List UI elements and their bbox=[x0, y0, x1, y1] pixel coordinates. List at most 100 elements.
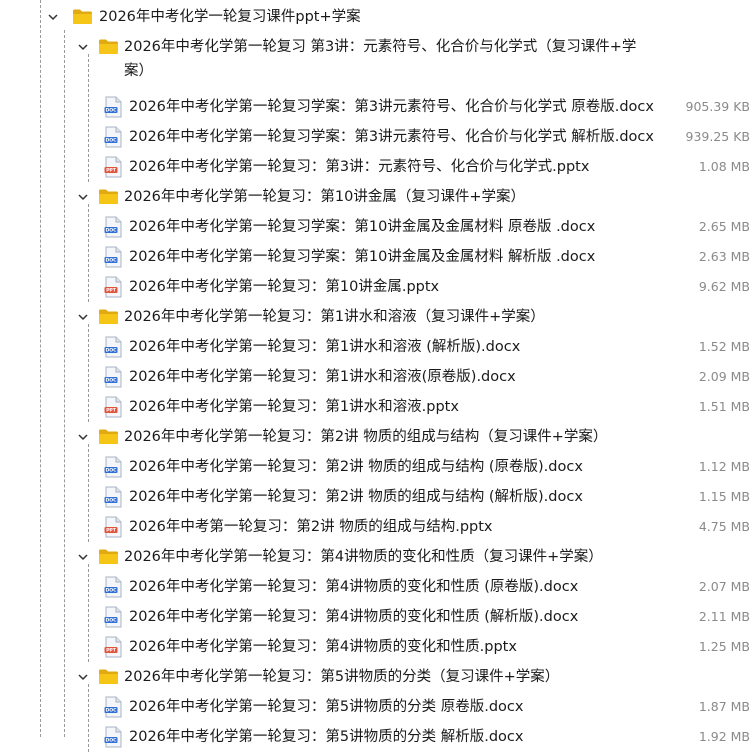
svg-text:PPT: PPT bbox=[106, 288, 117, 294]
svg-text:DOC: DOC bbox=[105, 588, 117, 594]
chevron-down-icon[interactable] bbox=[76, 310, 90, 324]
folder-name-line1: 2026年中考化学第一轮复习 第3讲：元素符号、化合价与化学式（复习课件+学 bbox=[124, 39, 637, 55]
file-name: 2026年中考化学第一轮复习：第3讲：元素符号、化合价与化学式.pptx bbox=[129, 159, 590, 175]
folder-row-root[interactable]: 2026年中考化学一轮复习课件ppt+学案 bbox=[0, 2, 754, 32]
file-name: 2026年中考第一轮复习：第2讲 物质的组成与结构.pptx bbox=[129, 519, 493, 535]
docx-file-icon: DOC bbox=[104, 246, 122, 268]
file-row[interactable]: DOC 2026年中考化学第一轮复习：第4讲物质的变化和性质 (原卷版).docx… bbox=[0, 572, 754, 602]
chevron-down-icon[interactable] bbox=[76, 670, 90, 684]
file-row[interactable]: DOC 2026年中考化学第一轮复习学案：第3讲元素符号、化合价与化学式 原卷版.… bbox=[0, 92, 754, 122]
file-name: 2026年中考化学第一轮复习学案：第3讲元素符号、化合价与化学式 原卷版.doc… bbox=[129, 99, 654, 115]
folder-row[interactable]: 2026年中考化学第一轮复习：第4讲物质的变化和性质（复习课件+学案） bbox=[0, 542, 754, 572]
file-size: 1.08 MB bbox=[698, 159, 750, 174]
file-row[interactable]: PPT 2026年中考第一轮复习：第2讲 物质的组成与结构.pptx 4.75 MB bbox=[0, 512, 754, 542]
docx-file-icon: DOC bbox=[104, 366, 122, 388]
file-row[interactable]: PPT 2026年中考化学第一轮复习：第4讲物质的变化和性质.pptx 1.25 M… bbox=[0, 632, 754, 662]
file-size: 1.15 MB bbox=[698, 489, 750, 504]
folder-name-line1: 2026年中考化学第一轮复习：第5讲物质的分类（复习课件+学案） bbox=[124, 669, 560, 685]
file-row[interactable]: DOC 2026年中考化学第一轮复习：第1讲水和溶液 (解析版).docx 1.52… bbox=[0, 332, 754, 362]
file-name: 2026年中考化学第一轮复习学案：第3讲元素符号、化合价与化学式 解析版.doc… bbox=[129, 129, 654, 145]
file-row[interactable]: DOC 2026年中考化学第一轮复习：第5讲物质的分类 解析版.docx 1.92 … bbox=[0, 722, 754, 752]
svg-text:DOC: DOC bbox=[105, 498, 117, 504]
docx-file-icon: DOC bbox=[104, 336, 122, 358]
chevron-down-icon[interactable] bbox=[46, 10, 60, 24]
file-size: 1.51 MB bbox=[698, 399, 750, 414]
file-row[interactable]: DOC 2026年中考化学第一轮复习学案：第10讲金属及金属材料 原卷版 .doc… bbox=[0, 212, 754, 242]
tree-guide-line bbox=[88, 324, 89, 422]
file-size: 939.25 KB bbox=[685, 129, 750, 144]
folder-icon bbox=[98, 428, 119, 445]
file-size: 2.11 MB bbox=[698, 609, 750, 624]
docx-file-icon: DOC bbox=[104, 576, 122, 598]
file-name: 2026年中考化学第一轮复习：第4讲物质的变化和性质.pptx bbox=[129, 639, 517, 655]
file-row[interactable]: DOC 2026年中考化学第一轮复习：第2讲 物质的组成与结构 (原卷版).doc… bbox=[0, 452, 754, 482]
chevron-down-icon[interactable] bbox=[76, 190, 90, 204]
file-size: 2.65 MB bbox=[698, 219, 750, 234]
svg-text:DOC: DOC bbox=[105, 228, 117, 234]
file-size: 905.39 KB bbox=[685, 99, 750, 114]
svg-text:DOC: DOC bbox=[105, 618, 117, 624]
file-name: 2026年中考化学第一轮复习：第5讲物质的分类 原卷版.docx bbox=[129, 699, 524, 715]
file-name: 2026年中考化学第一轮复习：第1讲水和溶液.pptx bbox=[129, 399, 459, 415]
file-row[interactable]: DOC 2026年中考化学第一轮复习：第5讲物质的分类 原卷版.docx 1.87 … bbox=[0, 692, 754, 722]
svg-text:DOC: DOC bbox=[105, 108, 117, 114]
folder-name-line1: 2026年中考化学第一轮复习：第2讲 物质的组成与结构（复习课件+学案） bbox=[124, 429, 608, 445]
file-size: 2.07 MB bbox=[698, 579, 750, 594]
file-name: 2026年中考化学第一轮复习：第2讲 物质的组成与结构 (解析版).docx bbox=[129, 489, 583, 505]
file-row[interactable]: PPT 2026年中考化学第一轮复习：第1讲水和溶液.pptx 1.51 MB bbox=[0, 392, 754, 422]
file-name: 2026年中考化学第一轮复习：第10讲金属.pptx bbox=[129, 279, 440, 295]
file-name: 2026年中考化学第一轮复习：第4讲物质的变化和性质 (解析版).docx bbox=[129, 609, 579, 625]
file-row[interactable]: DOC 2026年中考化学第一轮复习：第4讲物质的变化和性质 (解析版).docx… bbox=[0, 602, 754, 632]
docx-file-icon: DOC bbox=[104, 606, 122, 628]
file-size: 2.63 MB bbox=[698, 249, 750, 264]
svg-text:DOC: DOC bbox=[105, 708, 117, 714]
docx-file-icon: DOC bbox=[104, 216, 122, 238]
docx-file-icon: DOC bbox=[104, 726, 122, 748]
file-size: 1.52 MB bbox=[698, 339, 750, 354]
chevron-down-icon[interactable] bbox=[76, 430, 90, 444]
file-size: 1.25 MB bbox=[698, 639, 750, 654]
file-size: 1.87 MB bbox=[698, 699, 750, 714]
file-row[interactable]: DOC 2026年中考化学第一轮复习：第2讲 物质的组成与结构 (解析版).doc… bbox=[0, 482, 754, 512]
folder-row[interactable]: 2026年中考化学第一轮复习：第10讲金属（复习课件+学案） bbox=[0, 182, 754, 212]
folder-row[interactable]: 2026年中考化学第一轮复习：第5讲物质的分类（复习课件+学案） bbox=[0, 662, 754, 692]
svg-text:PPT: PPT bbox=[106, 528, 117, 534]
file-name: 2026年中考化学第一轮复习：第1讲水和溶液 (解析版).docx bbox=[129, 339, 521, 355]
svg-text:PPT: PPT bbox=[106, 408, 117, 414]
docx-file-icon: DOC bbox=[104, 96, 122, 118]
docx-file-icon: DOC bbox=[104, 456, 122, 478]
folder-row[interactable]: 2026年中考化学第一轮复习：第1讲水和溶液（复习课件+学案） bbox=[0, 302, 754, 332]
file-row[interactable]: PPT 2026年中考化学第一轮复习：第3讲：元素符号、化合价与化学式.pptx 1… bbox=[0, 152, 754, 182]
chevron-down-icon[interactable] bbox=[76, 40, 90, 54]
svg-text:PPT: PPT bbox=[106, 168, 117, 174]
folder-row[interactable]: 2026年中考化学第一轮复习：第2讲 物质的组成与结构（复习课件+学案） bbox=[0, 422, 754, 452]
folder-icon bbox=[98, 308, 119, 325]
svg-text:DOC: DOC bbox=[105, 378, 117, 384]
folder-icon bbox=[98, 188, 119, 205]
tree-guide-line bbox=[88, 204, 89, 302]
file-name: 2026年中考化学第一轮复习学案：第10讲金属及金属材料 原卷版 .docx bbox=[129, 219, 596, 235]
pptx-file-icon: PPT bbox=[104, 396, 122, 418]
file-name: 2026年中考化学第一轮复习学案：第10讲金属及金属材料 解析版 .docx bbox=[129, 249, 596, 265]
docx-file-icon: DOC bbox=[104, 126, 122, 148]
docx-file-icon: DOC bbox=[104, 486, 122, 508]
file-row[interactable]: DOC 2026年中考化学第一轮复习：第1讲水和溶液(原卷版).docx 2.09 … bbox=[0, 362, 754, 392]
file-row[interactable]: PPT 2026年中考化学第一轮复习：第10讲金属.pptx 9.62 MB bbox=[0, 272, 754, 302]
folder-name-line1: 2026年中考化学第一轮复习：第1讲水和溶液（复习课件+学案） bbox=[124, 309, 545, 325]
chevron-down-icon[interactable] bbox=[76, 550, 90, 564]
file-row[interactable]: DOC 2026年中考化学第一轮复习学案：第10讲金属及金属材料 解析版 .doc… bbox=[0, 242, 754, 272]
pptx-file-icon: PPT bbox=[104, 516, 122, 538]
file-name: 2026年中考化学第一轮复习：第5讲物质的分类 解析版.docx bbox=[129, 729, 524, 745]
folder-icon bbox=[98, 548, 119, 565]
file-size: 9.62 MB bbox=[698, 279, 750, 294]
folder-name-line1: 2026年中考化学第一轮复习：第4讲物质的变化和性质（复习课件+学案） bbox=[124, 549, 603, 565]
tree-guide-line bbox=[88, 684, 89, 752]
file-name: 2026年中考化学第一轮复习：第4讲物质的变化和性质 (原卷版).docx bbox=[129, 579, 579, 595]
file-name: 2026年中考化学第一轮复习：第1讲水和溶液(原卷版).docx bbox=[129, 369, 516, 385]
folder-icon bbox=[72, 8, 93, 25]
tree-guide-line bbox=[88, 54, 89, 182]
folder-row[interactable]: 2026年中考化学第一轮复习 第3讲：元素符号、化合价与化学式（复习课件+学 案） bbox=[0, 32, 754, 86]
file-row[interactable]: DOC 2026年中考化学第一轮复习学案：第3讲元素符号、化合价与化学式 解析版.… bbox=[0, 122, 754, 152]
file-size: 4.75 MB bbox=[698, 519, 750, 534]
docx-file-icon: DOC bbox=[104, 696, 122, 718]
